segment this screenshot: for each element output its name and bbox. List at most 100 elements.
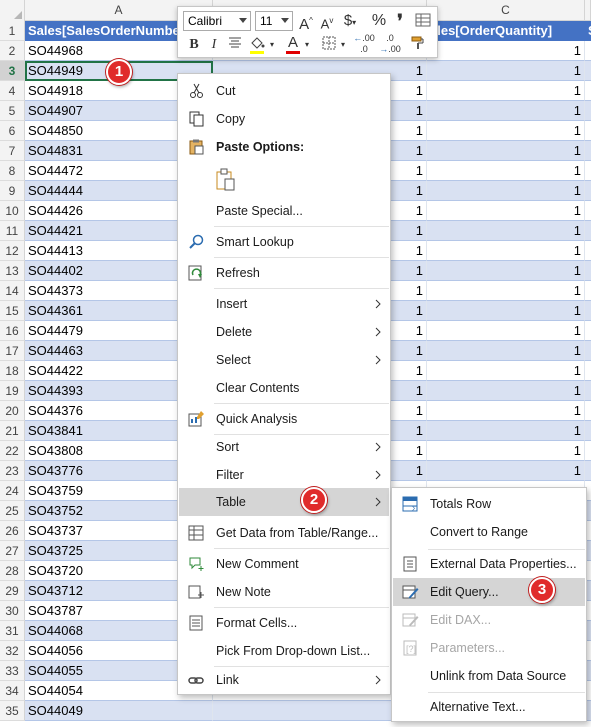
italic-button[interactable]: I — [206, 35, 222, 55]
menu-item-new-comment[interactable]: New Comment — [179, 550, 389, 578]
value-cell-d[interactable] — [585, 101, 591, 121]
row-number[interactable]: 1 — [0, 21, 25, 41]
row-number[interactable]: 21 — [0, 421, 25, 441]
submenu-item-external-data-properties[interactable]: External Data Properties... — [393, 550, 585, 578]
value-cell-d[interactable] — [585, 321, 591, 341]
font-name-box[interactable]: Calibri — [183, 11, 251, 31]
quantity-cell[interactable]: 1 — [427, 261, 585, 281]
quantity-cell[interactable]: 1 — [427, 461, 585, 481]
value-cell-d[interactable] — [585, 241, 591, 261]
submenu-item-unlink[interactable]: Unlink from Data Source — [393, 662, 585, 690]
menu-item-get-data[interactable]: Get Data from Table/Range... — [179, 519, 389, 547]
row-number[interactable]: 26 — [0, 521, 25, 541]
row-number[interactable]: 11 — [0, 221, 25, 241]
row-number[interactable]: 19 — [0, 381, 25, 401]
value-cell-d[interactable] — [585, 201, 591, 221]
quantity-cell[interactable]: 1 — [427, 301, 585, 321]
row-number[interactable]: 9 — [0, 181, 25, 201]
menu-item-insert[interactable]: Insert — [179, 290, 389, 318]
value-cell-d[interactable] — [585, 61, 591, 81]
row-number[interactable]: 35 — [0, 701, 25, 721]
value-cell-d[interactable] — [585, 261, 591, 281]
menu-item-cut[interactable]: Cut — [179, 77, 389, 105]
menu-item-paste-special[interactable]: Paste Special... — [179, 197, 389, 225]
quantity-cell[interactable]: 1 — [427, 161, 585, 181]
value-cell-d[interactable] — [585, 301, 591, 321]
increase-decimal-button[interactable]: .0 →.00 — [378, 33, 402, 54]
percent-style-button[interactable]: % — [370, 11, 388, 31]
font-color-button[interactable]: A — [285, 33, 301, 53]
fill-dropdown-icon[interactable]: ▾ — [267, 35, 277, 55]
comma-style-button[interactable]: ❜ — [392, 11, 408, 31]
menu-item-delete[interactable]: Delete — [179, 318, 389, 346]
menu-item-sort[interactable]: Sort — [179, 433, 389, 461]
menu-item-smart-lookup[interactable]: Smart Lookup — [179, 228, 389, 256]
menu-item-refresh[interactable]: Refresh — [179, 259, 389, 287]
row-number[interactable]: 16 — [0, 321, 25, 341]
value-cell-d[interactable] — [585, 181, 591, 201]
menu-item-filter[interactable]: Filter — [179, 461, 389, 489]
row-number[interactable]: 23 — [0, 461, 25, 481]
value-cell-d[interactable] — [585, 381, 591, 401]
row-number[interactable]: 24 — [0, 481, 25, 501]
submenu-item-edit-query[interactable]: Edit Query... — [393, 578, 585, 606]
row-number[interactable]: 33 — [0, 661, 25, 681]
bold-button[interactable]: B — [186, 35, 202, 55]
submenu-item-convert-to-range[interactable]: Convert to Range — [393, 518, 585, 546]
quantity-cell[interactable]: 1 — [427, 41, 585, 61]
decrease-font-size-button[interactable]: Av — [318, 11, 336, 31]
quantity-cell[interactable]: 1 — [427, 421, 585, 441]
quantity-cell[interactable]: 1 — [427, 81, 585, 101]
row-number[interactable]: 17 — [0, 341, 25, 361]
row-number[interactable]: 29 — [0, 581, 25, 601]
row-number[interactable]: 5 — [0, 101, 25, 121]
value-cell-d[interactable] — [585, 41, 591, 61]
select-all-corner[interactable] — [0, 0, 25, 21]
value-cell-d[interactable] — [585, 121, 591, 141]
increase-font-size-button[interactable]: A^ — [297, 11, 315, 33]
quantity-cell[interactable]: 1 — [427, 341, 585, 361]
menu-item-new-note[interactable]: New Note — [179, 578, 389, 606]
menu-item-copy[interactable]: Copy — [179, 105, 389, 133]
format-painter-icon[interactable] — [408, 35, 428, 55]
value-cell-d[interactable] — [585, 401, 591, 421]
quantity-cell[interactable]: 1 — [427, 121, 585, 141]
row-number[interactable]: 14 — [0, 281, 25, 301]
row-number[interactable]: 25 — [0, 501, 25, 521]
value-cell-d[interactable] — [585, 361, 591, 381]
column-header-c[interactable]: C — [427, 0, 585, 21]
font-size-box[interactable]: 11 — [255, 11, 293, 31]
value-cell-d[interactable] — [585, 341, 591, 361]
value-cell-d[interactable] — [585, 141, 591, 161]
quantity-cell[interactable]: 1 — [427, 181, 585, 201]
value-cell-d[interactable] — [585, 421, 591, 441]
value-cell-d[interactable] — [585, 221, 591, 241]
quantity-cell[interactable]: 1 — [427, 141, 585, 161]
row-number[interactable]: 10 — [0, 201, 25, 221]
currency-format-button[interactable]: $▾ — [339, 11, 361, 31]
menu-item-quick-analysis[interactable]: Quick Analysis — [179, 405, 389, 433]
submenu-item-parameters[interactable]: [?] Parameters... — [393, 634, 585, 662]
row-number[interactable]: 2 — [0, 41, 25, 61]
decrease-decimal-button[interactable]: ←.00.0 — [352, 33, 376, 54]
menu-item-pick-list[interactable]: Pick From Drop-down List... — [179, 637, 389, 665]
quantity-cell[interactable]: 1 — [427, 361, 585, 381]
quantity-cell[interactable]: 1 — [427, 221, 585, 241]
quantity-cell[interactable]: 1 — [427, 401, 585, 421]
value-cell-d[interactable] — [585, 461, 591, 481]
row-number[interactable]: 22 — [0, 441, 25, 461]
menu-item-clear-contents[interactable]: Clear Contents — [179, 374, 389, 402]
row-number[interactable]: 8 — [0, 161, 25, 181]
quantity-cell[interactable]: 1 — [427, 241, 585, 261]
value-cell-d[interactable] — [585, 441, 591, 461]
quantity-cell[interactable]: 1 — [427, 61, 585, 81]
quantity-cell[interactable]: 1 — [427, 101, 585, 121]
submenu-item-alternative-text[interactable]: Alternative Text... — [393, 693, 585, 721]
borders-icon[interactable] — [320, 35, 338, 55]
row-number[interactable]: 30 — [0, 601, 25, 621]
row-number[interactable]: 7 — [0, 141, 25, 161]
row-number[interactable]: 15 — [0, 301, 25, 321]
align-center-icon[interactable] — [226, 35, 244, 55]
submenu-item-totals-row[interactable]: Σ Totals Row — [393, 490, 585, 518]
menu-item-table[interactable]: Table — [179, 488, 389, 516]
